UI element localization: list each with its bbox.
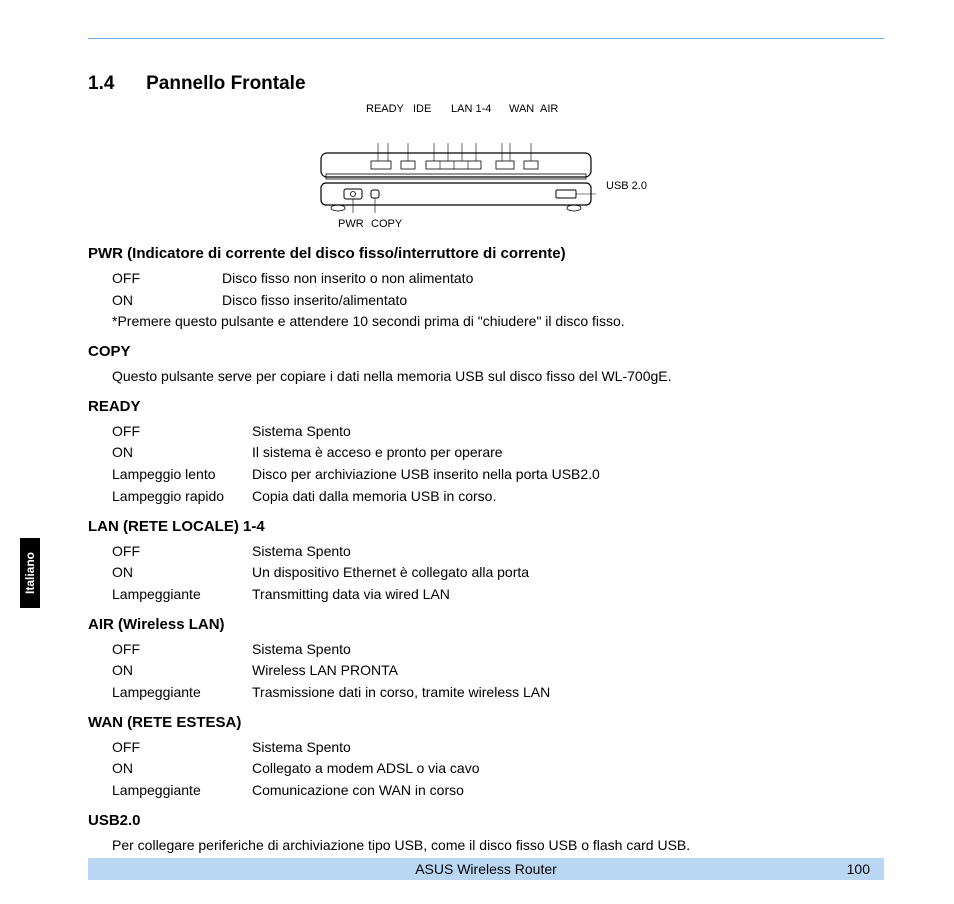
- def-desc: Wireless LAN PRONTA: [252, 660, 884, 682]
- def-term: ON: [112, 290, 222, 312]
- def-desc: Sistema Spento: [252, 541, 884, 563]
- section-title-text: Pannello Frontale: [146, 73, 305, 94]
- usb-heading: USB2.0: [88, 812, 884, 829]
- def-desc: Copia dati dalla memoria USB in corso.: [252, 486, 884, 508]
- wan-definitions: OFFSistema Spento ONCollegato a modem AD…: [88, 737, 884, 802]
- def-term: OFF: [112, 421, 252, 443]
- label-wan: WAN: [509, 103, 534, 115]
- def-term: Lampeggiante: [112, 780, 252, 802]
- def-term: Lampeggio rapido: [112, 486, 252, 508]
- def-term: OFF: [112, 737, 252, 759]
- ready-heading: READY: [88, 398, 884, 415]
- pwr-heading: PWR (Indicatore di corrente del disco fi…: [88, 245, 884, 262]
- section-number: 1.4: [88, 73, 114, 94]
- wan-heading: WAN (RETE ESTESA): [88, 714, 884, 731]
- pwr-definitions: OFFDisco fisso non inserito o non alimen…: [88, 268, 884, 333]
- router-diagram-icon: [316, 143, 596, 213]
- def-desc: Disco fisso inserito/alimentato: [222, 290, 884, 312]
- def-desc: Collegato a modem ADSL o via cavo: [252, 758, 884, 780]
- def-term: Lampeggio lento: [112, 464, 252, 486]
- usb-paragraph: Per collegare periferiche di archiviazio…: [88, 835, 884, 857]
- def-desc: Disco per archiviazione USB inserito nel…: [252, 464, 884, 486]
- def-desc: Sistema Spento: [252, 421, 884, 443]
- lan-heading: LAN (RETE LOCALE) 1-4: [88, 518, 884, 535]
- def-term: Lampeggiante: [112, 584, 252, 606]
- copy-paragraph: Questo pulsante serve per copiare i dati…: [88, 366, 884, 388]
- def-desc: Il sistema è acceso e pronto per operare: [252, 442, 884, 464]
- def-term: OFF: [112, 268, 222, 290]
- def-desc: Disco fisso non inserito o non alimentat…: [222, 268, 884, 290]
- def-term: ON: [112, 562, 252, 584]
- language-tab: Italiano: [20, 538, 40, 608]
- footer-page-number: 100: [847, 861, 870, 877]
- pwr-note: *Premere questo pulsante e attendere 10 …: [112, 311, 884, 333]
- def-term: Lampeggiante: [112, 682, 252, 704]
- label-usb: USB 2.0: [606, 180, 647, 192]
- copy-heading: COPY: [88, 343, 884, 360]
- label-air: AIR: [540, 103, 558, 115]
- def-desc: Trasmissione dati in corso, tramite wire…: [252, 682, 884, 704]
- top-rule: [88, 38, 884, 39]
- def-desc: Un dispositivo Ethernet è collegato alla…: [252, 562, 884, 584]
- label-lan: LAN 1-4: [451, 103, 491, 115]
- def-term: ON: [112, 660, 252, 682]
- label-pwr: PWR: [338, 218, 364, 230]
- def-term: ON: [112, 442, 252, 464]
- def-desc: Transmitting data via wired LAN: [252, 584, 884, 606]
- label-ide: IDE: [413, 103, 431, 115]
- front-panel-figure: READY IDE LAN 1-4 WAN AIR USB 2.0 PWR CO…: [88, 103, 884, 233]
- label-copy: COPY: [371, 218, 402, 230]
- footer-title: ASUS Wireless Router: [415, 861, 557, 877]
- label-ready: READY: [366, 103, 404, 115]
- page-footer: ASUS Wireless Router 100: [88, 858, 884, 880]
- ready-definitions: OFFSistema Spento ONIl sistema è acceso …: [88, 421, 884, 508]
- lan-definitions: OFFSistema Spento ONUn dispositivo Ether…: [88, 541, 884, 606]
- def-term: OFF: [112, 541, 252, 563]
- def-desc: Sistema Spento: [252, 737, 884, 759]
- def-term: OFF: [112, 639, 252, 661]
- def-desc: Sistema Spento: [252, 639, 884, 661]
- air-heading: AIR (Wireless LAN): [88, 616, 884, 633]
- def-desc: Comunicazione con WAN in corso: [252, 780, 884, 802]
- section-heading: 1.4 Pannello Frontale: [88, 73, 884, 95]
- air-definitions: OFFSistema Spento ONWireless LAN PRONTA …: [88, 639, 884, 704]
- def-term: ON: [112, 758, 252, 780]
